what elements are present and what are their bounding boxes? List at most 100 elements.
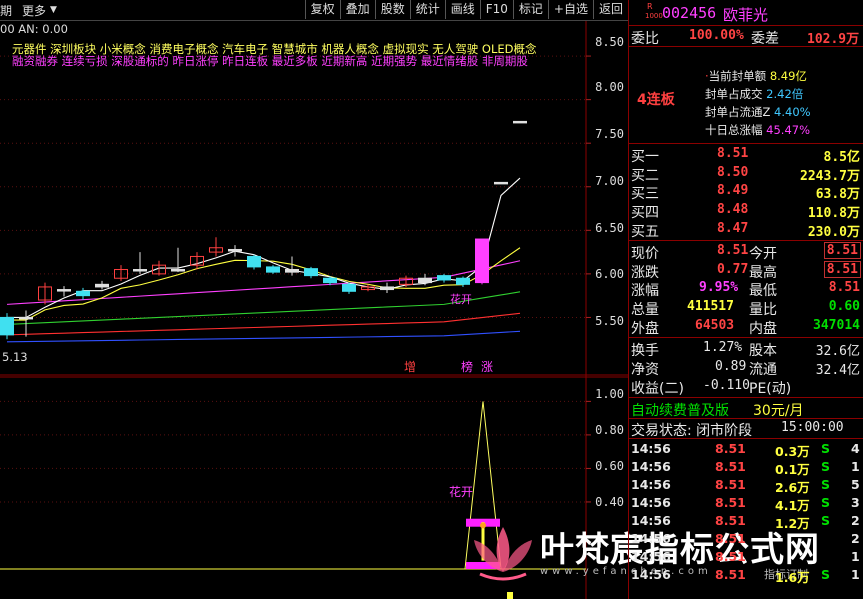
lianban-badge: 4连板 (637, 92, 675, 108)
candle-body (418, 277, 432, 284)
chevron-down-icon[interactable]: ▼ (50, 5, 57, 15)
price-tick: 7.50 (595, 127, 624, 141)
ma-line-white (7, 177, 521, 318)
quote-row-eps: 收益(二) -0.110 PE(动) (631, 378, 792, 397)
ma-line-long (6, 312, 521, 336)
candle-body (494, 181, 508, 185)
tick-row: 14:56 8.51 1.2万 S 2 (631, 513, 860, 531)
toolbar-shares-button[interactable]: 股数 (374, 0, 410, 19)
stock-code: 002456 (662, 4, 717, 22)
candle-body (171, 269, 185, 272)
seal-item: 封单占流通Z 4.40% (705, 105, 811, 119)
quote-row-change: 涨跌 0.77 最高 8.51 (629, 261, 863, 281)
quote-row-pct: 涨幅 9.95% 最低 8.51 (631, 280, 860, 299)
toolbar-fuquan-button[interactable]: 复权 (304, 0, 340, 19)
candle-body (342, 283, 356, 292)
candle-body (437, 275, 451, 281)
seal-item: 十日总涨幅 45.47% (705, 123, 811, 137)
ma-header: 00 AN: 0.00 (0, 22, 68, 36)
candle-body (57, 289, 71, 292)
volume-bar (507, 592, 513, 599)
candle-body (475, 238, 489, 284)
toolbar-f10-button[interactable]: F10 (479, 0, 513, 19)
candle-body (95, 283, 109, 288)
candle-body (304, 268, 318, 277)
badge-increase: 增 (404, 360, 417, 374)
toolbar-watchlist-button[interactable]: +自选 (547, 0, 593, 19)
weicha-value: 102.9万 (807, 32, 860, 47)
stock-tags: 融资融券 连续亏损 深股通标的 昨日涨停 昨日连板 最近多板 近期新高 近期强势… (12, 54, 528, 68)
candle-body (285, 269, 299, 273)
low-price-label: 5.13 (2, 350, 28, 364)
bid-row[interactable]: 买三 8.49 63.8万 (629, 182, 863, 202)
watermark: 叶梵宸指标公式网 www.yefanchen.com 指标订制 (468, 522, 819, 586)
price-tick: 8.00 (595, 80, 624, 94)
weibi-row: 委比 100.00% 委差 102.9万 (631, 28, 860, 47)
toolbar-stats-button[interactable]: 统计 (409, 0, 445, 19)
weibi-value: 100.00% (689, 28, 744, 43)
candle-body (266, 266, 280, 273)
signal-label-sub: 花开 (449, 485, 474, 499)
quote-row-turnover: 换手 1.27% 股本 32.6亿 (631, 340, 860, 359)
r-badge: R (647, 2, 653, 11)
seal-item: ·当前封单额 8.49亿 (705, 69, 807, 83)
toolbar-back-button[interactable]: 返回 (592, 0, 628, 19)
l-badge: 1000 (645, 12, 663, 20)
ad-price[interactable]: 30元/月 (753, 400, 804, 420)
bid-row[interactable]: 买五 8.47 230.0万 (629, 220, 863, 240)
quote-panel: R 1000 002456 欧菲光 委比 100.00% 委差 102.9万 4… (628, 0, 863, 599)
quote-row-outer: 外盘 64503 内盘 347014 (631, 318, 860, 337)
candle-body (456, 277, 470, 285)
tick-row: 14:56 8.51 0.3万 S 4 (631, 441, 860, 459)
seal-info: ·当前封单额 8.49亿 封单占成交 2.42倍 封单占流通Z 4.40% 十日… (705, 67, 811, 139)
candle-body (247, 255, 261, 268)
period-label[interactable]: 期 (0, 2, 12, 19)
price-tick: 5.50 (595, 314, 624, 328)
ma-line-long (6, 260, 521, 305)
bid-row[interactable]: 买四 8.48 110.8万 (629, 201, 863, 221)
sub-tick: 0.80 (595, 423, 624, 437)
bid-row[interactable]: 买二 8.50 2243.7万 (629, 164, 863, 184)
candle-body (76, 290, 90, 297)
sub-tick: 0.60 (595, 459, 624, 473)
ad-text[interactable]: 自动续费普及版 (631, 400, 729, 420)
sub-tick: 1.00 (595, 387, 624, 401)
toolbar-overlay-button[interactable]: 叠加 (339, 0, 375, 19)
quote-row-price: 现价 8.51 今开 8.51 (629, 242, 863, 262)
candle-body (133, 269, 147, 272)
price-tick: 6.50 (595, 221, 624, 235)
stock-header: R 1000 002456 欧菲光 (629, 2, 863, 24)
more-menu[interactable]: 更多 (22, 2, 46, 19)
stock-name: 欧菲光 (723, 6, 769, 24)
badge-rise: 涨 (481, 360, 494, 374)
toolbar-draw-button[interactable]: 画线 (444, 0, 480, 19)
kline-chart[interactable] (0, 21, 628, 599)
sub-tick: 0.40 (595, 495, 624, 509)
quote-row-nav: 净资 0.89 流通 32.4亿 (631, 359, 860, 378)
candle-body (380, 286, 394, 291)
toolbar-mark-button[interactable]: 标记 (512, 0, 548, 19)
candle-body (513, 120, 527, 124)
lotus-logo-icon (474, 527, 532, 581)
tick-row: 14:56 8.51 4.1万 S 3 (631, 495, 860, 513)
trade-status-row: 交易状态: 闭市阶段 15:00:00 (631, 420, 844, 439)
quote-row-volume: 总量 411517 量比 0.60 (631, 299, 860, 318)
candle-body (228, 248, 242, 252)
tick-row: 14:56 8.51 1.6万 S 1 (631, 567, 860, 585)
badge-rank: 榜 (461, 360, 474, 374)
tick-row: 14:56 8.51 1 (631, 549, 860, 564)
toolbar: 复权 叠加 股数 统计 画线 F10 标记 +自选 返回 (304, 0, 628, 20)
ma-line-long (6, 291, 521, 325)
candle-body (323, 277, 337, 284)
open-price: 8.51 (823, 242, 861, 259)
candle-body (19, 316, 33, 320)
price-tick: 8.50 (595, 35, 624, 49)
tick-row: 14:56 8.51 0.1万 S 1 (631, 459, 860, 477)
top-bar: 期 更多 ▼ 复权 叠加 股数 统计 画线 F10 标记 +自选 返回 (0, 0, 628, 21)
tick-row: 14:56 8.51 2 (631, 531, 860, 546)
ad-row[interactable]: 自动续费普及版 30元/月 (629, 399, 863, 420)
seal-item: 封单占成交 2.42倍 (705, 87, 804, 101)
signal-label-main: 花开 (450, 293, 472, 306)
candle-body (0, 316, 14, 336)
bid-row[interactable]: 买一 8.51 8.5亿 (629, 145, 863, 165)
